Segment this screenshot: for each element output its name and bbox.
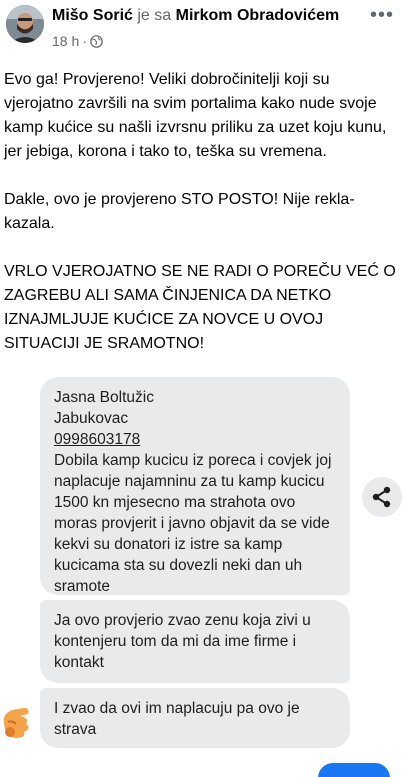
- author-name[interactable]: Mišo Sorić: [52, 7, 133, 24]
- phone-number: 0998603178: [54, 431, 141, 448]
- share-icon[interactable]: [362, 477, 402, 517]
- connector-text: je sa: [137, 7, 172, 24]
- post-meta: 18 h ·: [52, 33, 103, 49]
- message-text: Dobila kamp kucicu iz poreca i covjek jo…: [54, 452, 332, 595]
- meta-separator: ·: [82, 33, 87, 49]
- more-options-icon[interactable]: •••: [370, 4, 394, 27]
- message-bubble: Ja ovo provjerio zvao zenu koja zivi u k…: [40, 600, 350, 683]
- post-paragraph: Evo ga! Provjereno! Veliki dobročinitelj…: [4, 71, 387, 160]
- post-paragraph: VRLO VJEROJATNO SE NE RADI O POREČU VEĆ …: [4, 263, 396, 352]
- message-bubble: Jasna Boltužic Jabukovac 0998603178 Dobi…: [40, 377, 350, 595]
- contact-place: Jabukovac: [54, 410, 129, 427]
- globe-icon: [90, 34, 103, 48]
- post-text: Evo ga! Provjereno! Veliki dobročinitelj…: [0, 68, 400, 380]
- sticker-icon: [0, 702, 36, 744]
- contact-name: Jasna Boltužic: [54, 389, 154, 406]
- message-bubble: I zvao da ovi im naplacuju pa ovo je str…: [40, 688, 350, 748]
- tagged-name[interactable]: Mirkom Obradovićem: [176, 7, 340, 24]
- post-authors: Mišo Sorić je sa Mirkom Obradovićem: [52, 7, 339, 25]
- message-text: I zvao da ovi im naplacuju pa ovo je str…: [54, 700, 300, 738]
- message-screenshot: Jasna Boltužic Jabukovac 0998603178 Dobi…: [0, 372, 408, 777]
- avatar[interactable]: [6, 5, 44, 43]
- post-time[interactable]: 18 h: [52, 33, 79, 49]
- post-header: Mišo Sorić je sa Mirkom Obradovićem 18 h…: [0, 0, 408, 62]
- post-paragraph: Dakle, ovo je provjereno STO POSTO! Nije…: [4, 191, 355, 232]
- message-text: Ja ovo provjerio zvao zenu koja zivi u k…: [54, 612, 311, 671]
- action-button[interactable]: [318, 763, 390, 777]
- profile-picture: [6, 5, 44, 43]
